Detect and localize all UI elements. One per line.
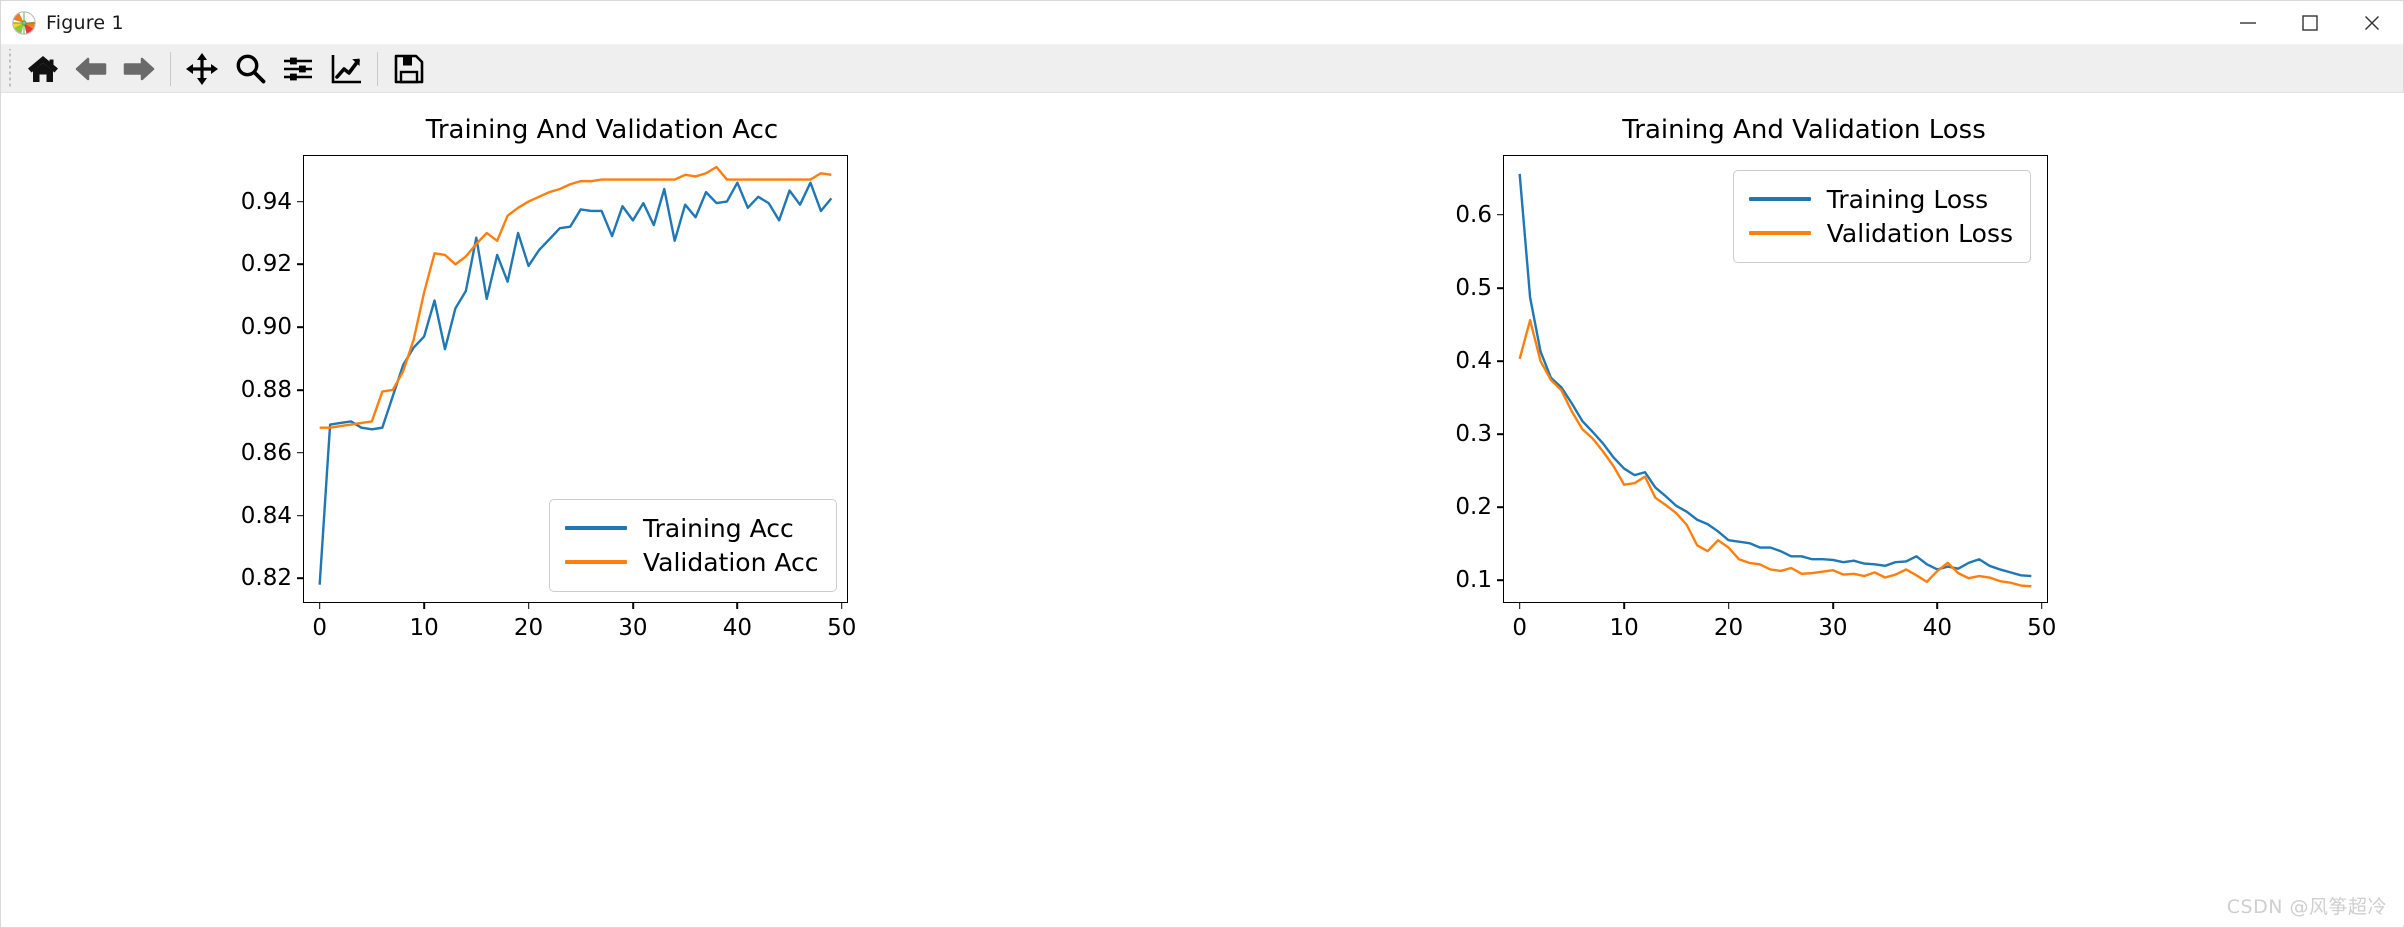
toolbar-separator-2 (377, 51, 378, 86)
x-tick-mark (1518, 602, 1521, 609)
y-tick-label: 0.90 (240, 314, 292, 341)
y-tick-label: 0.94 (240, 188, 292, 215)
y-tick-label: 0.1 (1455, 567, 1492, 594)
x-tick-mark (318, 602, 321, 609)
pan-move-icon[interactable] (178, 47, 226, 91)
x-tick-label: 30 (618, 615, 648, 641)
figure-window: Figure 1 Training And Validation Acc 0.8… (0, 0, 2404, 928)
y-tick-mark (1497, 506, 1504, 509)
series-line (1520, 320, 2032, 586)
x-tick-mark (2040, 602, 2043, 609)
x-tick-label: 10 (1609, 615, 1639, 641)
x-tick-label: 40 (1922, 615, 1952, 641)
y-tick-label: 0.5 (1455, 274, 1492, 301)
legend-accuracy[interactable]: Training Acc Validation Acc (549, 499, 837, 592)
home-icon[interactable] (19, 47, 67, 91)
matplotlib-logo-icon (11, 10, 37, 36)
x-tick-label: 0 (1512, 615, 1527, 641)
legend-label-validation-loss: Validation Loss (1826, 218, 2013, 248)
title-bar-left: Figure 1 (1, 10, 124, 36)
back-arrow-icon[interactable] (67, 47, 115, 91)
y-tick-label: 0.92 (240, 251, 292, 278)
legend-swatch-training-acc (565, 526, 627, 530)
y-tick-mark (297, 452, 304, 454)
legend-swatch-validation-acc (565, 560, 627, 564)
x-tick-label: 0 (312, 615, 327, 641)
x-tick-label: 20 (513, 615, 544, 641)
toolbar-drag-handle[interactable] (7, 48, 15, 89)
save-floppy-icon[interactable] (385, 47, 433, 91)
y-tick-mark (1497, 579, 1504, 582)
x-tick-mark (423, 602, 425, 609)
legend-item: Training Acc (565, 511, 819, 545)
legend-item: Validation Acc (565, 545, 819, 579)
y-tick-mark (1497, 287, 1504, 289)
x-tick-label: 30 (1818, 615, 1848, 641)
x-tick-mark (1623, 602, 1625, 609)
chart-title-loss: Training And Validation Loss (1622, 115, 1986, 145)
subplot-loss: Training And Validation Loss 0.1 0.2 0.3 0.… (1203, 93, 2404, 925)
minimize-button[interactable] (2217, 1, 2279, 45)
legend-item: Training Loss (1748, 182, 2013, 216)
legend-label-training-loss: Training Loss (1826, 184, 1989, 214)
x-tick-label: 40 (722, 615, 752, 641)
subplot-sliders-icon[interactable] (274, 47, 322, 91)
plot-area-loss[interactable]: 0.1 0.2 0.3 0.4 0.5 0.6 0 10 20 30 40 50 Training … (1455, 155, 2056, 641)
legend-swatch-validation-loss (1748, 231, 1811, 235)
chart-title-accuracy: Training And Validation Acc (425, 115, 779, 145)
x-tick-mark (736, 602, 739, 609)
y-tick-mark (297, 389, 304, 391)
window-title: Figure 1 (46, 11, 124, 34)
csdn-watermark: CSDN @风筝超冷 (2226, 896, 2387, 918)
y-tick-label: 0.6 (1455, 201, 1492, 228)
x-tick-mark (1936, 602, 1939, 609)
y-tick-label: 0.82 (240, 565, 292, 592)
zoom-magnifier-icon[interactable] (226, 47, 274, 91)
close-button[interactable] (2341, 1, 2403, 45)
y-tick-mark (1497, 214, 1504, 216)
y-tick-label: 0.3 (1455, 421, 1492, 448)
plot-area-accuracy[interactable]: 0.82 0.84 0.86 0.88 0.90 0.92 0.94 0 10 20 30 40 50… (241, 155, 856, 641)
y-tick-mark (1497, 360, 1504, 362)
title-bar: Figure 1 (1, 1, 2403, 45)
x-tick-label: 20 (1713, 615, 1744, 641)
figure-canvas: Training And Validation Acc 0.82 0.84 0.86… (1, 93, 2404, 925)
legend-swatch-training-loss (1748, 197, 1811, 201)
legend-label-training-acc: Training Acc (643, 513, 794, 543)
y-tick-label: 0.4 (1455, 348, 1492, 375)
y-tick-mark (297, 514, 304, 517)
x-tick-mark (840, 602, 843, 609)
y-tick-label: 0.88 (240, 376, 292, 403)
x-tick-mark (527, 602, 530, 609)
y-tick-mark (297, 263, 304, 266)
x-tick-mark (1727, 602, 1730, 609)
x-tick-label: 10 (409, 615, 439, 641)
y-tick-label: 0.84 (240, 502, 292, 529)
forward-arrow-icon[interactable] (115, 47, 163, 91)
y-tick-mark (297, 200, 304, 203)
maximize-button[interactable] (2279, 1, 2341, 45)
y-tick-label: 0.2 (1455, 494, 1492, 521)
y-tick-mark (297, 577, 304, 580)
y-tick-label: 0.86 (240, 439, 292, 466)
x-tick-mark (1832, 602, 1834, 609)
legend-label-validation-acc: Validation Acc (643, 547, 819, 577)
y-tick-mark (297, 326, 304, 328)
y-tick-mark (1497, 433, 1504, 435)
x-tick-label: 50 (2027, 615, 2057, 641)
subplot-accuracy: Training And Validation Acc 0.82 0.84 0.86… (1, 93, 1203, 925)
legend-item: Validation Loss (1748, 216, 2013, 250)
x-tick-label: 50 (827, 615, 857, 641)
window-controls (2217, 1, 2403, 45)
chart-curve-icon[interactable] (322, 47, 370, 91)
x-tick-mark (632, 602, 634, 609)
legend-loss[interactable]: Training Loss Validation Loss (1732, 170, 2031, 263)
toolbar-separator-1 (170, 51, 171, 86)
matplotlib-toolbar (1, 45, 2403, 93)
